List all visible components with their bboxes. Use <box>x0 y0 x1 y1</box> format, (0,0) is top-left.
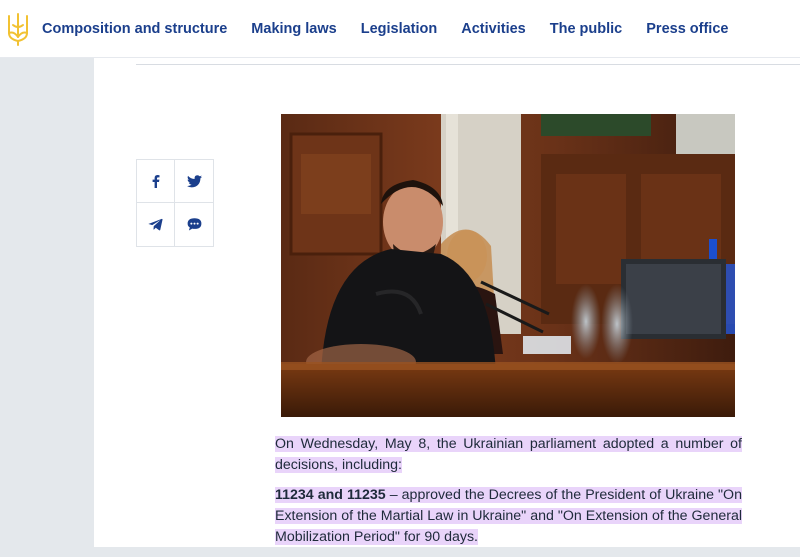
nav-activities[interactable]: Activities <box>461 21 525 37</box>
twitter-icon <box>186 174 202 187</box>
divider <box>136 64 800 65</box>
share-twitter-button[interactable] <box>175 160 213 203</box>
chat-icon <box>187 218 201 231</box>
share-facebook-button[interactable] <box>137 160 175 203</box>
telegram-icon <box>148 218 163 231</box>
highlighted-text: On Wednesday, May 8, the Ukrainian parli… <box>275 436 742 473</box>
article-body: On Wednesday, May 8, the Ukrainian parli… <box>275 434 742 557</box>
share-chat-button[interactable] <box>175 203 213 246</box>
nav-legislation[interactable]: Legislation <box>361 21 438 37</box>
nav-press-office[interactable]: Press office <box>646 21 728 37</box>
site-logo[interactable] <box>0 0 36 57</box>
article-paragraph: 11234 and 11235 – approved the Decrees o… <box>275 485 742 548</box>
share-telegram-button[interactable] <box>137 203 175 246</box>
nav-composition[interactable]: Composition and structure <box>42 21 227 37</box>
nav-the-public[interactable]: The public <box>550 21 623 37</box>
site-header: Composition and structure Making laws Le… <box>0 0 800 58</box>
trident-icon <box>8 12 28 46</box>
share-buttons <box>136 159 214 247</box>
facebook-icon <box>152 175 159 188</box>
main-nav: Composition and structure Making laws Le… <box>36 21 752 37</box>
article-paragraph: On Wednesday, May 8, the Ukrainian parli… <box>275 434 742 476</box>
bill-numbers: 11234 and 11235 <box>275 487 386 503</box>
nav-making-laws[interactable]: Making laws <box>251 21 336 37</box>
article-photo <box>281 114 735 417</box>
